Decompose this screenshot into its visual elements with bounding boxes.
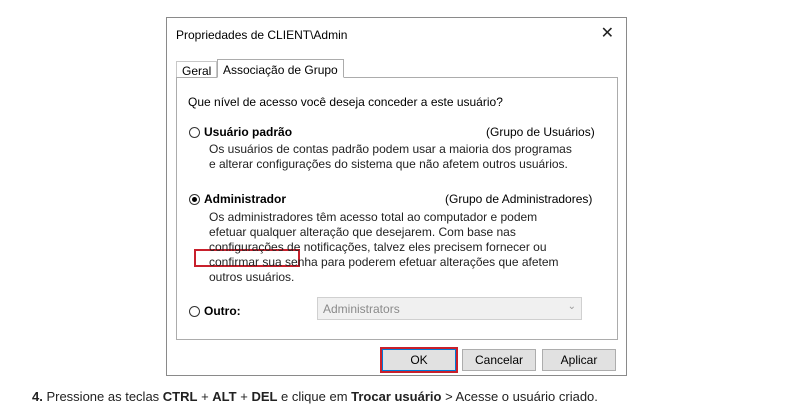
apply-button[interactable]: Aplicar: [542, 349, 616, 371]
radio-administrador[interactable]: Administrador: [189, 191, 286, 207]
caption-text: > Acesse o usuário criado.: [441, 389, 598, 404]
cancel-button[interactable]: Cancelar: [462, 349, 536, 371]
key-ctrl: CTRL: [162, 389, 198, 404]
step-number: 4.: [32, 389, 43, 404]
caption-text: +: [197, 389, 213, 404]
description-line: Os usuários de contas padrão podem usar …: [209, 142, 572, 156]
other-group-select[interactable]: Administrators ⌄: [317, 297, 582, 320]
description-line: confirmar sua senha para poderem efetuar…: [209, 255, 559, 269]
title-bar: Propriedades de CLIENT\Admin ✕: [167, 18, 626, 52]
description-line: configurações de notificações, talvez el…: [209, 240, 547, 254]
radio-button[interactable]: [189, 126, 200, 138]
radio-label[interactable]: Administrador: [204, 192, 286, 206]
group-label: (Grupo de Administradores): [445, 192, 593, 206]
access-question: Que nível de acesso você deseja conceder…: [188, 95, 503, 109]
description-line: Os administradores têm acesso total ao c…: [209, 210, 538, 224]
tab-associacao-de-grupo[interactable]: Associação de Grupo: [217, 59, 344, 78]
ok-button[interactable]: OK: [382, 349, 456, 371]
description-line: e alterar configurações do sistema que n…: [209, 157, 568, 171]
option-description: Os administradores têm acesso total ao c…: [209, 210, 559, 285]
radio-button[interactable]: [189, 305, 200, 317]
caption-text: Pressione as teclas: [42, 389, 163, 404]
caption-text: e clique em: [277, 389, 352, 404]
radio-label[interactable]: Outro:: [204, 304, 241, 318]
instruction-caption: 4. Pressione as teclas CTRL + ALT + DEL …: [32, 389, 598, 404]
dialog-title: Propriedades de CLIENT\Admin: [176, 28, 348, 42]
description-line: efetuar qualquer alteração que desejarem…: [209, 225, 516, 239]
properties-dialog: Propriedades de CLIENT\Admin ✕ Geral Ass…: [166, 17, 627, 376]
description-line: outros usuários.: [209, 270, 295, 284]
trocar-usuario: Trocar usuário: [351, 389, 442, 404]
tab-geral[interactable]: Geral: [176, 61, 218, 78]
select-value: Administrators: [323, 302, 400, 316]
key-alt: ALT: [212, 389, 237, 404]
group-label: (Grupo de Usuários): [486, 125, 595, 139]
radio-outro[interactable]: Outro:: [189, 303, 241, 319]
chevron-down-icon: ⌄: [567, 301, 576, 312]
radio-button-checked[interactable]: [189, 193, 200, 205]
caption-text: +: [236, 389, 252, 404]
option-description: Os usuários de contas padrão podem usar …: [209, 142, 572, 172]
key-del: DEL: [251, 389, 278, 404]
radio-usuario-padrao[interactable]: Usuário padrão: [189, 124, 292, 140]
close-icon[interactable]: ✕: [601, 24, 614, 44]
radio-label[interactable]: Usuário padrão: [204, 125, 292, 139]
